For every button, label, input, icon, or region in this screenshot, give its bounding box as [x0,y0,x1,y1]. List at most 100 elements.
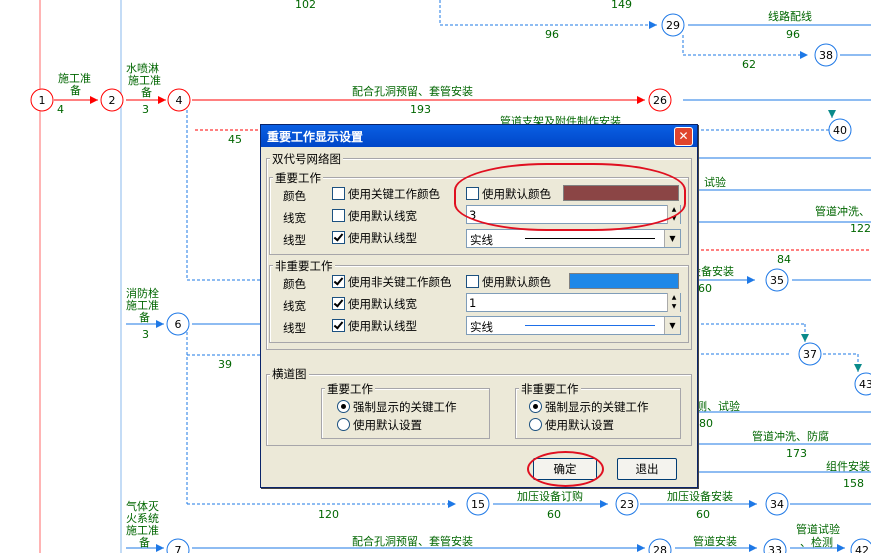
gantt-important-forced-radio[interactable] [337,400,350,413]
important-width-label: 线宽 [283,211,306,225]
close-button[interactable]: ✕ [674,127,693,146]
network-node-label: 29 [666,19,680,32]
network-node-label: 38 [819,49,833,62]
network-label: 96 [545,28,559,41]
network-label: 158 [843,477,864,490]
gantt-section-title: 横道图 [270,366,309,382]
network-node-label: 37 [803,348,817,361]
network-label: 备 [70,83,81,97]
solid-line-preview [525,238,655,239]
nonimportant-style-label: 线型 [283,321,306,335]
network-node-label: 34 [770,498,784,511]
use-noncritical-color-text: 使用非关键工作颜色 [348,275,452,289]
network-node-label: 2 [109,94,116,107]
network-label: 组件安装 [826,459,870,473]
network-label: 149 [611,0,632,11]
nonimportant-default-width-checkbox[interactable] [332,297,345,310]
gantt-important-default-radio[interactable] [337,418,350,431]
important-default-style-text: 使用默认线型 [348,231,417,245]
network-label: 、检测 [800,535,833,549]
important-default-width-checkbox[interactable] [332,209,345,222]
gantt-nonimportant-default-radio[interactable] [529,418,542,431]
chevron-down-icon[interactable]: ▼ [664,317,680,334]
important-color-label: 颜色 [283,189,306,203]
arrow-head [749,500,757,508]
gantt-important-legend: 重要工作 [325,381,375,397]
important-default-style-checkbox[interactable] [332,231,345,244]
solid-line-preview [525,325,655,326]
arrow-head [448,500,456,508]
network-label: 193 [410,103,431,116]
nonimportant-color-swatch[interactable] [569,273,679,289]
network-label: 122 [850,222,871,235]
network-label: 管道冲洗、防腐 [752,429,829,443]
nonimportant-default-color-checkbox[interactable] [466,275,479,288]
network-label: 备 [141,85,152,99]
network-label: 消防栓 [126,286,159,300]
network-node-label: 7 [175,544,182,553]
nonimportant-line-style-value: 实线 [470,320,493,334]
network-label: 备 [139,535,150,549]
network-label: 39 [218,358,232,371]
network-label: 管道试验 [796,522,840,536]
use-critical-color-checkbox[interactable] [332,187,345,200]
arrow-head [90,96,98,104]
network-label: 4 [57,103,64,116]
network-label: 102 [295,0,316,11]
network-section-title: 双代号网络图 [270,151,343,167]
nonimportant-default-style-checkbox[interactable] [332,319,345,332]
network-node-label: 15 [471,498,485,511]
exit-button[interactable]: 退出 [617,458,677,480]
annotation-oval [454,163,686,231]
arrow-head [637,96,645,104]
gantt-nonimportant-legend: 非重要工作 [519,381,581,397]
important-line-style-value: 实线 [470,233,493,247]
nonimportant-default-style-text: 使用默认线型 [348,319,417,333]
network-label: 管道安装 [693,534,737,548]
network-label: 60 [696,508,710,521]
network-label: 加压设备订购 [517,489,583,503]
arrow-head [837,544,845,552]
arrow-head [854,364,862,372]
gantt-nonimportant-forced-text: 强制显示的关键工作 [545,400,649,414]
network-label: 84 [777,253,791,266]
network-node-label: 1 [39,94,46,107]
network-node-label: 33 [768,544,782,553]
arrow-head [801,334,809,342]
arrow-head [800,51,808,59]
network-label: 60 [547,508,561,521]
network-label: 173 [786,447,807,460]
network-label: 60 [698,282,712,295]
dialog-title: 重要工作显示设置 [267,130,364,144]
network-node-label: 6 [175,318,182,331]
nonimportant-width-spinner[interactable]: ▲ ▼ [667,293,680,312]
network-node-label: 4 [176,94,183,107]
network-label: 120 [318,508,339,521]
network-node-label: 40 [833,124,847,137]
network-label: 线路配线 [768,9,812,23]
arrow-head [156,544,164,552]
network-label: 45 [228,133,242,146]
network-label: 3 [142,103,149,116]
nonimportant-line-style-select[interactable]: 实线 ▼ [466,316,681,335]
arrow-head [600,500,608,508]
network-label: 80 [699,417,713,430]
network-label: 备 [139,310,150,324]
nonimportant-width-input[interactable]: 1 [466,293,681,312]
nonimportant-default-width-text: 使用默认线宽 [348,297,417,311]
dialog-titlebar[interactable]: 重要工作显示设置 ✕ [261,125,697,147]
chevron-down-icon[interactable]: ▼ [664,230,680,247]
nonimportant-color-label: 颜色 [283,277,306,291]
important-style-label: 线型 [283,233,306,247]
use-noncritical-color-checkbox[interactable] [332,275,345,288]
important-line-style-select[interactable]: 实线 ▼ [466,229,681,248]
network-label: 测、试验 [696,399,740,413]
network-label: 62 [742,58,756,71]
gantt-nonimportant-forced-radio[interactable] [529,400,542,413]
network-node-label: 28 [653,544,667,553]
gantt-important-default-text: 使用默认设置 [353,418,422,432]
network-node-label: 35 [770,274,784,287]
network-node-label: 43 [859,378,871,391]
arrow-head [158,96,166,104]
nonimportant-default-color-text: 使用默认颜色 [482,275,551,289]
